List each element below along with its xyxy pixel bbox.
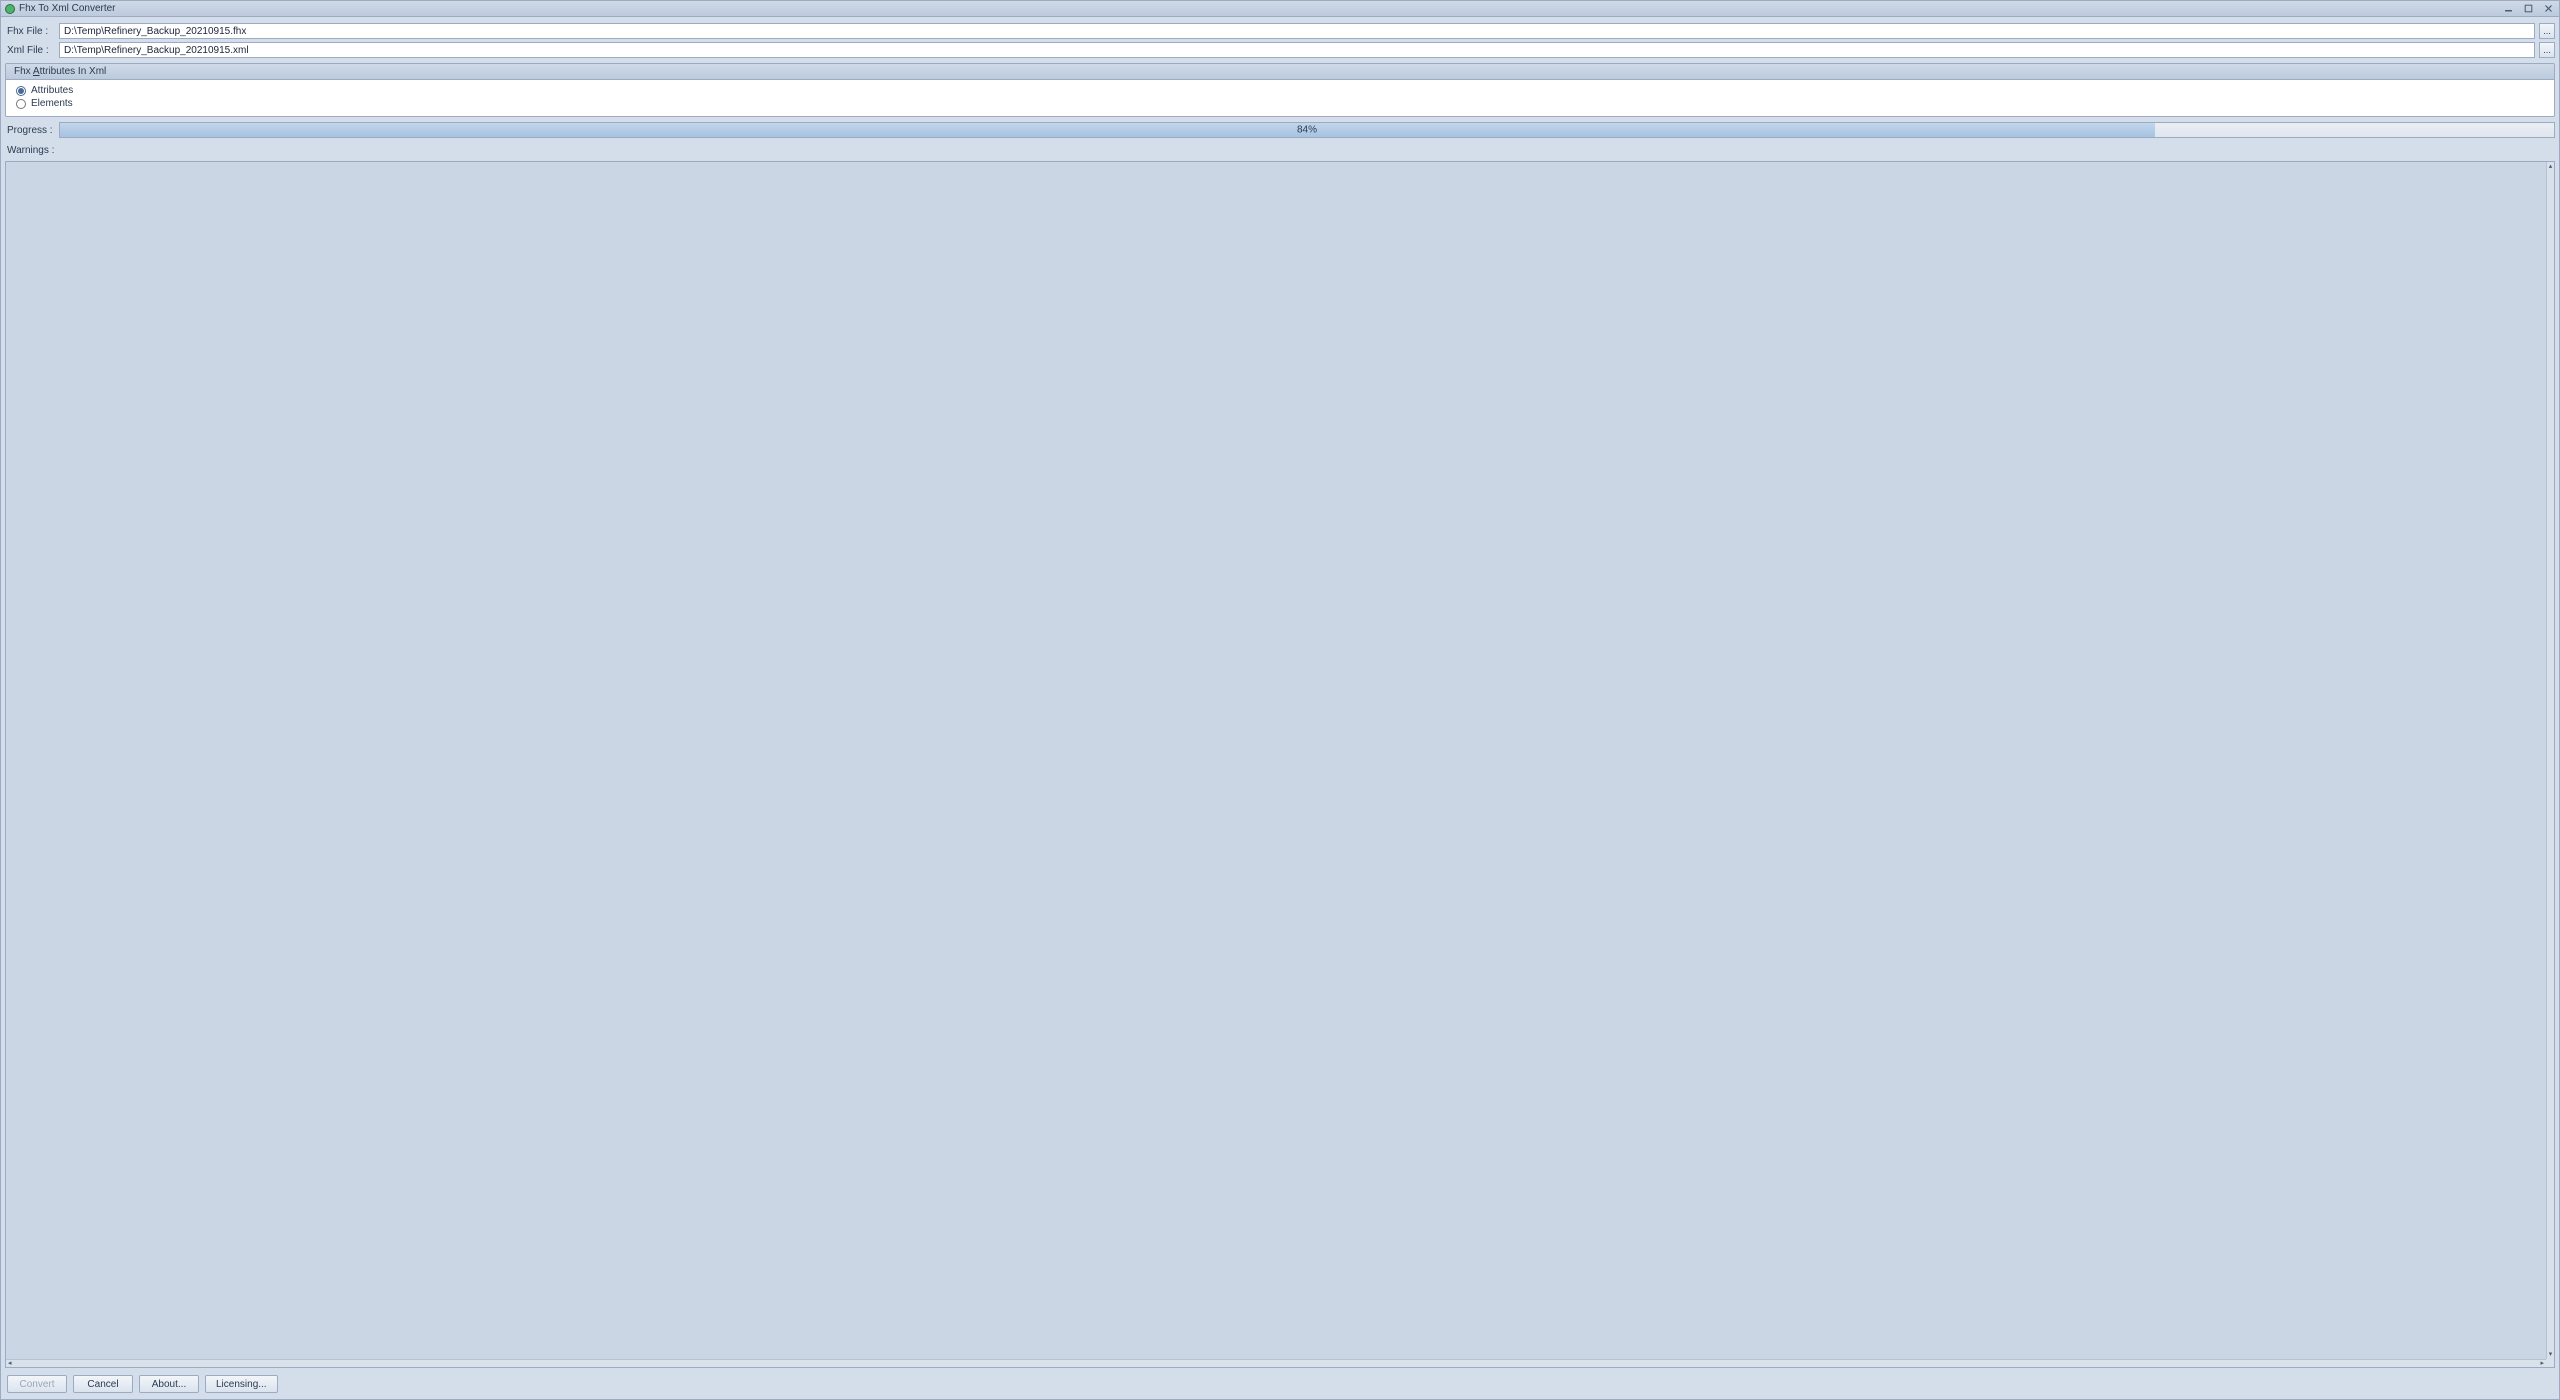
close-icon[interactable] (2541, 3, 2555, 15)
attributes-radio[interactable] (16, 86, 26, 96)
elements-radio-label: Elements (31, 98, 73, 109)
group-header: Fhx Attributes In Xml (6, 64, 2554, 80)
button-row: Convert Cancel About... Licensing... (5, 1371, 2555, 1395)
progress-row: Progress : 84% (5, 122, 2555, 138)
horizontal-scrollbar[interactable]: ◂ ▸ (6, 1359, 2546, 1367)
xml-file-input[interactable] (59, 42, 2535, 58)
convert-button: Convert (7, 1375, 67, 1393)
xml-file-label: Xml File : (5, 45, 55, 56)
fhx-file-input[interactable] (59, 23, 2535, 39)
elements-radio-row[interactable]: Elements (16, 98, 2544, 109)
scroll-right-icon[interactable]: ▸ (2540, 1359, 2544, 1368)
content-area: Fhx File : ... Xml File : ... Fhx Attrib… (1, 17, 2559, 1399)
xml-browse-button[interactable]: ... (2539, 42, 2555, 58)
fhx-attributes-group: Fhx Attributes In Xml Attributes Element… (5, 63, 2555, 117)
titlebar: Fhx To Xml Converter (1, 1, 2559, 17)
warnings-label: Warnings : (5, 145, 2555, 156)
about-button[interactable]: About... (139, 1375, 199, 1393)
progress-bar: 84% (59, 122, 2555, 138)
progress-text: 84% (1297, 125, 1317, 136)
main-window: Fhx To Xml Converter Fhx File : ... Xml … (0, 0, 2560, 1400)
minimize-icon[interactable] (2501, 3, 2515, 15)
scroll-down-icon[interactable]: ▾ (2549, 1350, 2553, 1359)
scroll-left-icon[interactable]: ◂ (8, 1359, 12, 1368)
progress-label: Progress : (5, 125, 55, 136)
fhx-browse-button[interactable]: ... (2539, 23, 2555, 39)
licensing-button[interactable]: Licensing... (205, 1375, 278, 1393)
fhx-file-row: Fhx File : ... (5, 23, 2555, 39)
progress-fill (60, 123, 2155, 137)
elements-radio[interactable] (16, 99, 26, 109)
vertical-scrollbar[interactable]: ▴ ▾ (2546, 162, 2554, 1359)
cancel-button[interactable]: Cancel (73, 1375, 133, 1393)
maximize-icon[interactable] (2521, 3, 2535, 15)
scroll-up-icon[interactable]: ▴ (2549, 162, 2553, 171)
window-title: Fhx To Xml Converter (19, 3, 116, 14)
xml-file-row: Xml File : ... (5, 42, 2555, 58)
app-icon (5, 4, 15, 14)
warnings-area[interactable]: ▴ ▾ ◂ ▸ (5, 161, 2555, 1368)
fhx-file-label: Fhx File : (5, 26, 55, 37)
scroll-corner (2546, 1359, 2554, 1367)
attributes-radio-label: Attributes (31, 85, 73, 96)
attributes-radio-row[interactable]: Attributes (16, 85, 2544, 96)
